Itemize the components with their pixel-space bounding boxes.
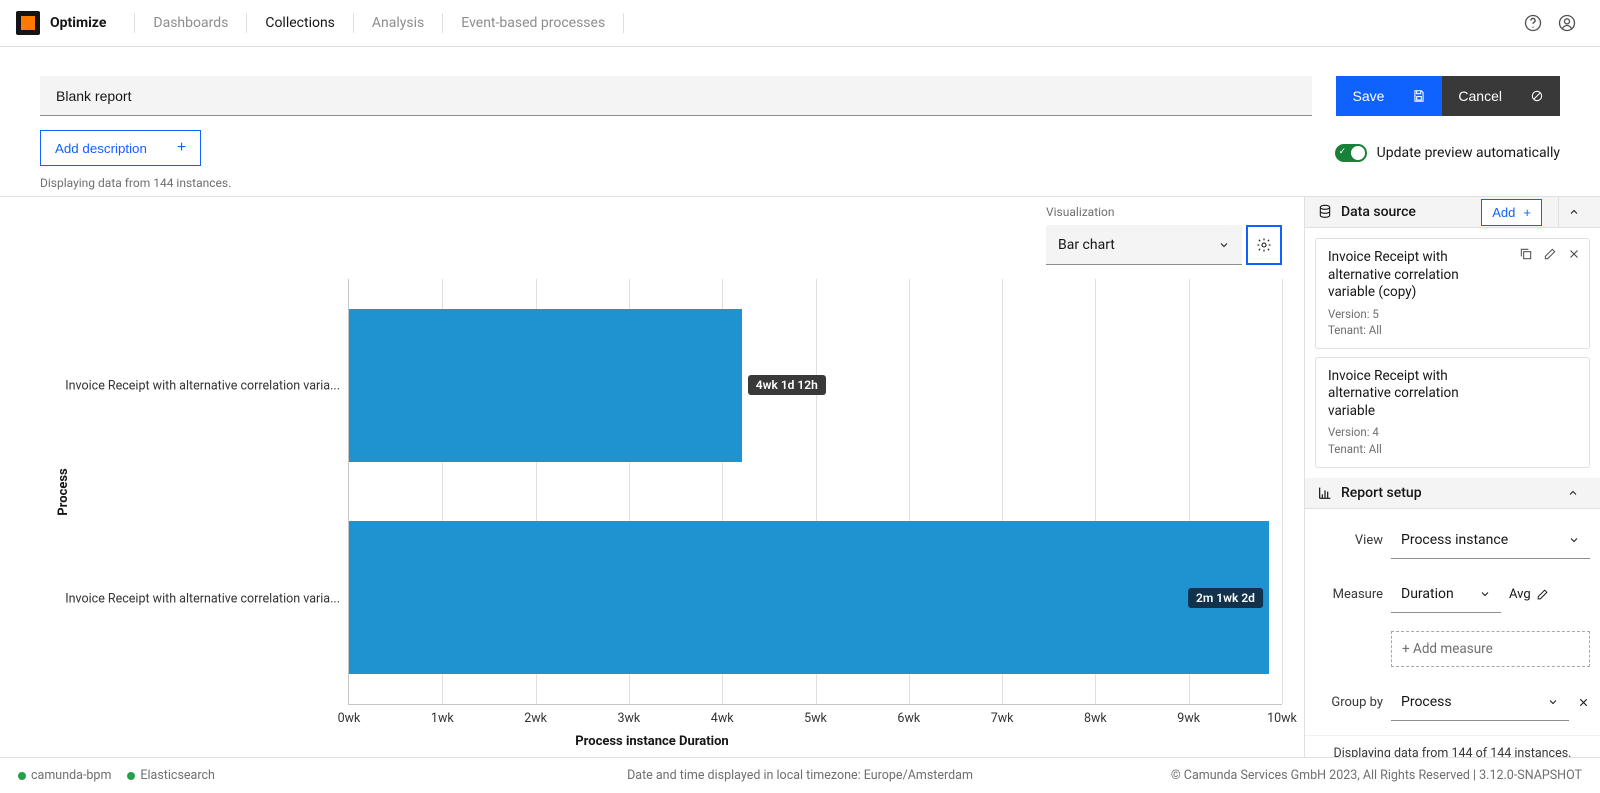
visualization-select[interactable]: Bar chart [1046, 225, 1242, 265]
nav-item[interactable]: Dashboards [134, 13, 247, 33]
cancel-button[interactable]: Cancel [1442, 76, 1560, 116]
x-tick: 0wk [338, 711, 361, 726]
x-tick: 5wk [804, 711, 827, 726]
chart-settings-button[interactable] [1246, 225, 1282, 265]
y-axis-category: Invoice Receipt with alternative correla… [65, 378, 340, 393]
cancel-label: Cancel [1458, 88, 1502, 104]
close-icon[interactable] [1577, 696, 1590, 709]
group-by-select[interactable]: Process [1391, 685, 1569, 721]
chart: Process Invoice Receipt with alternative… [36, 279, 1282, 705]
status-copyright: © Camunda Services GmbH 2023, All Rights… [1171, 768, 1582, 783]
plus-icon: + [177, 140, 186, 156]
title-row: Save Cancel [0, 47, 1600, 116]
chevron-down-icon [1218, 239, 1230, 251]
bar-value-label: 2m 1wk 2d [1188, 588, 1263, 608]
x-tick: 1wk [431, 711, 454, 726]
data-source-card[interactable]: Invoice Receipt with alternative correla… [1315, 357, 1590, 468]
x-tick: 3wk [618, 711, 641, 726]
report-title-input[interactable] [40, 76, 1312, 116]
measure-select[interactable]: Duration [1391, 577, 1501, 613]
x-tick: 2wk [524, 711, 547, 726]
data-source-card[interactable]: Invoice Receipt with alternative correla… [1315, 238, 1590, 349]
chevron-up-icon [1568, 206, 1580, 218]
chart-bar [349, 521, 1269, 674]
instances-note: Displaying data from 144 instances. [40, 176, 1335, 190]
side-panel: Data source Add + Invoice Receipt with a… [1304, 197, 1600, 757]
x-tick: 9wk [1177, 711, 1200, 726]
user-icon[interactable] [1550, 6, 1584, 40]
toggle-switch[interactable]: ✓ [1335, 144, 1367, 162]
status-service: Elasticsearch [127, 768, 215, 783]
measure-aggregation[interactable]: Avg [1509, 587, 1551, 602]
status-timezone: Date and time displayed in local timezon… [627, 768, 973, 783]
chevron-down-icon [1479, 588, 1491, 600]
help-icon[interactable] [1516, 6, 1550, 40]
x-axis-title: Process instance Duration [575, 734, 728, 749]
chevron-up-icon [1567, 487, 1579, 499]
add-description-button[interactable]: Add description + [40, 130, 201, 166]
sub-row: Add description + Displaying data from 1… [0, 116, 1600, 190]
view-select[interactable]: Process instance [1391, 523, 1590, 559]
group-by-label: Group by [1315, 695, 1383, 710]
x-tick: 10wk [1267, 711, 1297, 726]
visualization-label: Visualization [1046, 205, 1282, 219]
x-tick: 7wk [991, 711, 1014, 726]
chevron-down-icon [1568, 534, 1580, 546]
close-icon[interactable] [1567, 247, 1581, 261]
measure-label: Measure [1315, 587, 1383, 602]
add-description-label: Add description [55, 141, 147, 156]
chart-bar [349, 309, 742, 462]
plus-icon: + [1523, 205, 1531, 220]
main-area: Visualization Bar chart Process Invoice … [0, 196, 1600, 757]
auto-update-toggle[interactable]: ✓ Update preview automatically [1335, 144, 1560, 162]
visualization-value: Bar chart [1058, 237, 1115, 253]
status-bar: camunda-bpm Elasticsearch Date and time d… [0, 757, 1600, 793]
collapse-data-source[interactable] [1558, 197, 1588, 227]
report-setup-header: Report setup [1305, 478, 1600, 509]
x-tick: 4wk [711, 711, 734, 726]
save-label: Save [1352, 88, 1384, 104]
nav-item[interactable]: Collections [247, 13, 354, 33]
app-name: Optimize [50, 15, 106, 31]
save-button[interactable]: Save [1336, 76, 1442, 116]
add-measure-button[interactable]: + Add measure [1391, 631, 1590, 667]
data-source-header: Data source Add + [1305, 197, 1600, 228]
report-setup-title: Report setup [1341, 485, 1438, 501]
nav-item[interactable]: Event-based processes [443, 13, 624, 33]
gear-icon [1256, 237, 1272, 253]
nav-item[interactable]: Analysis [354, 13, 443, 33]
status-service: camunda-bpm [18, 768, 111, 783]
top-header: Optimize DashboardsCollectionsAnalysisEv… [0, 0, 1600, 47]
view-label: View [1315, 533, 1383, 548]
edit-icon[interactable] [1543, 247, 1557, 261]
auto-update-label: Update preview automatically [1377, 145, 1560, 161]
chevron-down-icon [1547, 696, 1559, 708]
save-icon [1412, 89, 1426, 103]
y-axis-category: Invoice Receipt with alternative correla… [65, 591, 340, 606]
copy-icon[interactable] [1519, 247, 1533, 261]
x-tick: 6wk [897, 711, 920, 726]
database-icon [1317, 204, 1333, 220]
x-tick: 8wk [1084, 711, 1107, 726]
chart-icon [1317, 485, 1333, 501]
bar-value-label: 4wk 1d 12h [748, 375, 826, 395]
collapse-report-setup[interactable] [1558, 478, 1588, 508]
cancel-icon [1530, 89, 1544, 103]
panel-footer-note: Displaying data from 144 of 144 instance… [1305, 735, 1600, 757]
app-logo [16, 11, 40, 35]
add-data-source-button[interactable]: Add + [1481, 199, 1542, 226]
edit-icon [1536, 588, 1549, 601]
data-source-title: Data source [1341, 204, 1473, 220]
chart-pane: Visualization Bar chart Process Invoice … [0, 197, 1304, 757]
